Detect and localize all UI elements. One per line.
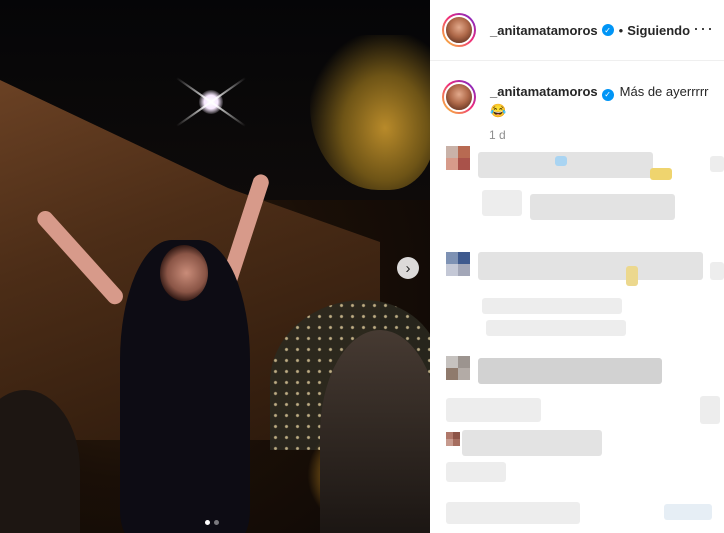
- post-sidebar: _anitamatamoros ✓ • Siguiendo ··· _anita…: [430, 0, 724, 533]
- comment-avatar[interactable]: [446, 432, 460, 446]
- avatar[interactable]: [442, 13, 476, 47]
- post-caption: _anitamatamoros ✓ Más de ayerrrrr 😂: [442, 80, 714, 120]
- chevron-right-icon: ›: [405, 259, 411, 277]
- comment-censored: [710, 156, 724, 172]
- comment-censored: [478, 358, 662, 384]
- carousel-dot: [214, 520, 219, 525]
- more-options-icon[interactable]: ···: [693, 18, 714, 39]
- comment-censored: [555, 156, 567, 166]
- crowd-silhouette-right: [320, 330, 430, 533]
- comment-avatar[interactable]: [446, 146, 470, 170]
- comment-censored: [700, 396, 720, 424]
- post-header: _anitamatamoros ✓ • Siguiendo ···: [430, 0, 724, 61]
- caption-text: _anitamatamoros ✓ Más de ayerrrrr 😂: [490, 80, 709, 120]
- comment-censored: [650, 168, 672, 180]
- verified-badge-icon: ✓: [601, 88, 614, 101]
- comment-censored: [478, 252, 703, 280]
- comment-censored: [664, 504, 712, 520]
- laughing-emoji: 😂: [490, 103, 507, 118]
- carousel-dot: [205, 520, 210, 525]
- comment-censored: [626, 266, 638, 286]
- comment-censored: [530, 194, 675, 220]
- separator-bullet: •: [618, 22, 624, 38]
- carousel-indicator: [205, 520, 219, 525]
- comment-censored: [710, 262, 724, 280]
- following-button[interactable]: Siguiendo: [627, 23, 690, 38]
- comment-censored: [446, 398, 541, 422]
- carousel-next-button[interactable]: ›: [397, 257, 419, 279]
- post-timestamp[interactable]: 1 d: [489, 128, 506, 142]
- comment-censored: [482, 298, 622, 314]
- comment-censored: [446, 462, 506, 482]
- comment-avatar[interactable]: [446, 252, 470, 276]
- post-media[interactable]: ›: [0, 0, 430, 533]
- comment-censored: [486, 320, 626, 336]
- header-username[interactable]: _anitamatamoros: [490, 23, 598, 38]
- comment-avatar[interactable]: [446, 356, 470, 380]
- comment-censored: [446, 502, 580, 524]
- caption-avatar[interactable]: [442, 80, 476, 114]
- comment-censored: [462, 430, 602, 456]
- caption-username[interactable]: _anitamatamoros: [490, 84, 598, 99]
- caption-message: Más de ayerrrrr: [619, 84, 709, 99]
- comment-censored: [482, 190, 522, 216]
- person-head: [160, 245, 208, 301]
- light-flare: [199, 90, 223, 114]
- verified-badge-icon: ✓: [601, 24, 614, 36]
